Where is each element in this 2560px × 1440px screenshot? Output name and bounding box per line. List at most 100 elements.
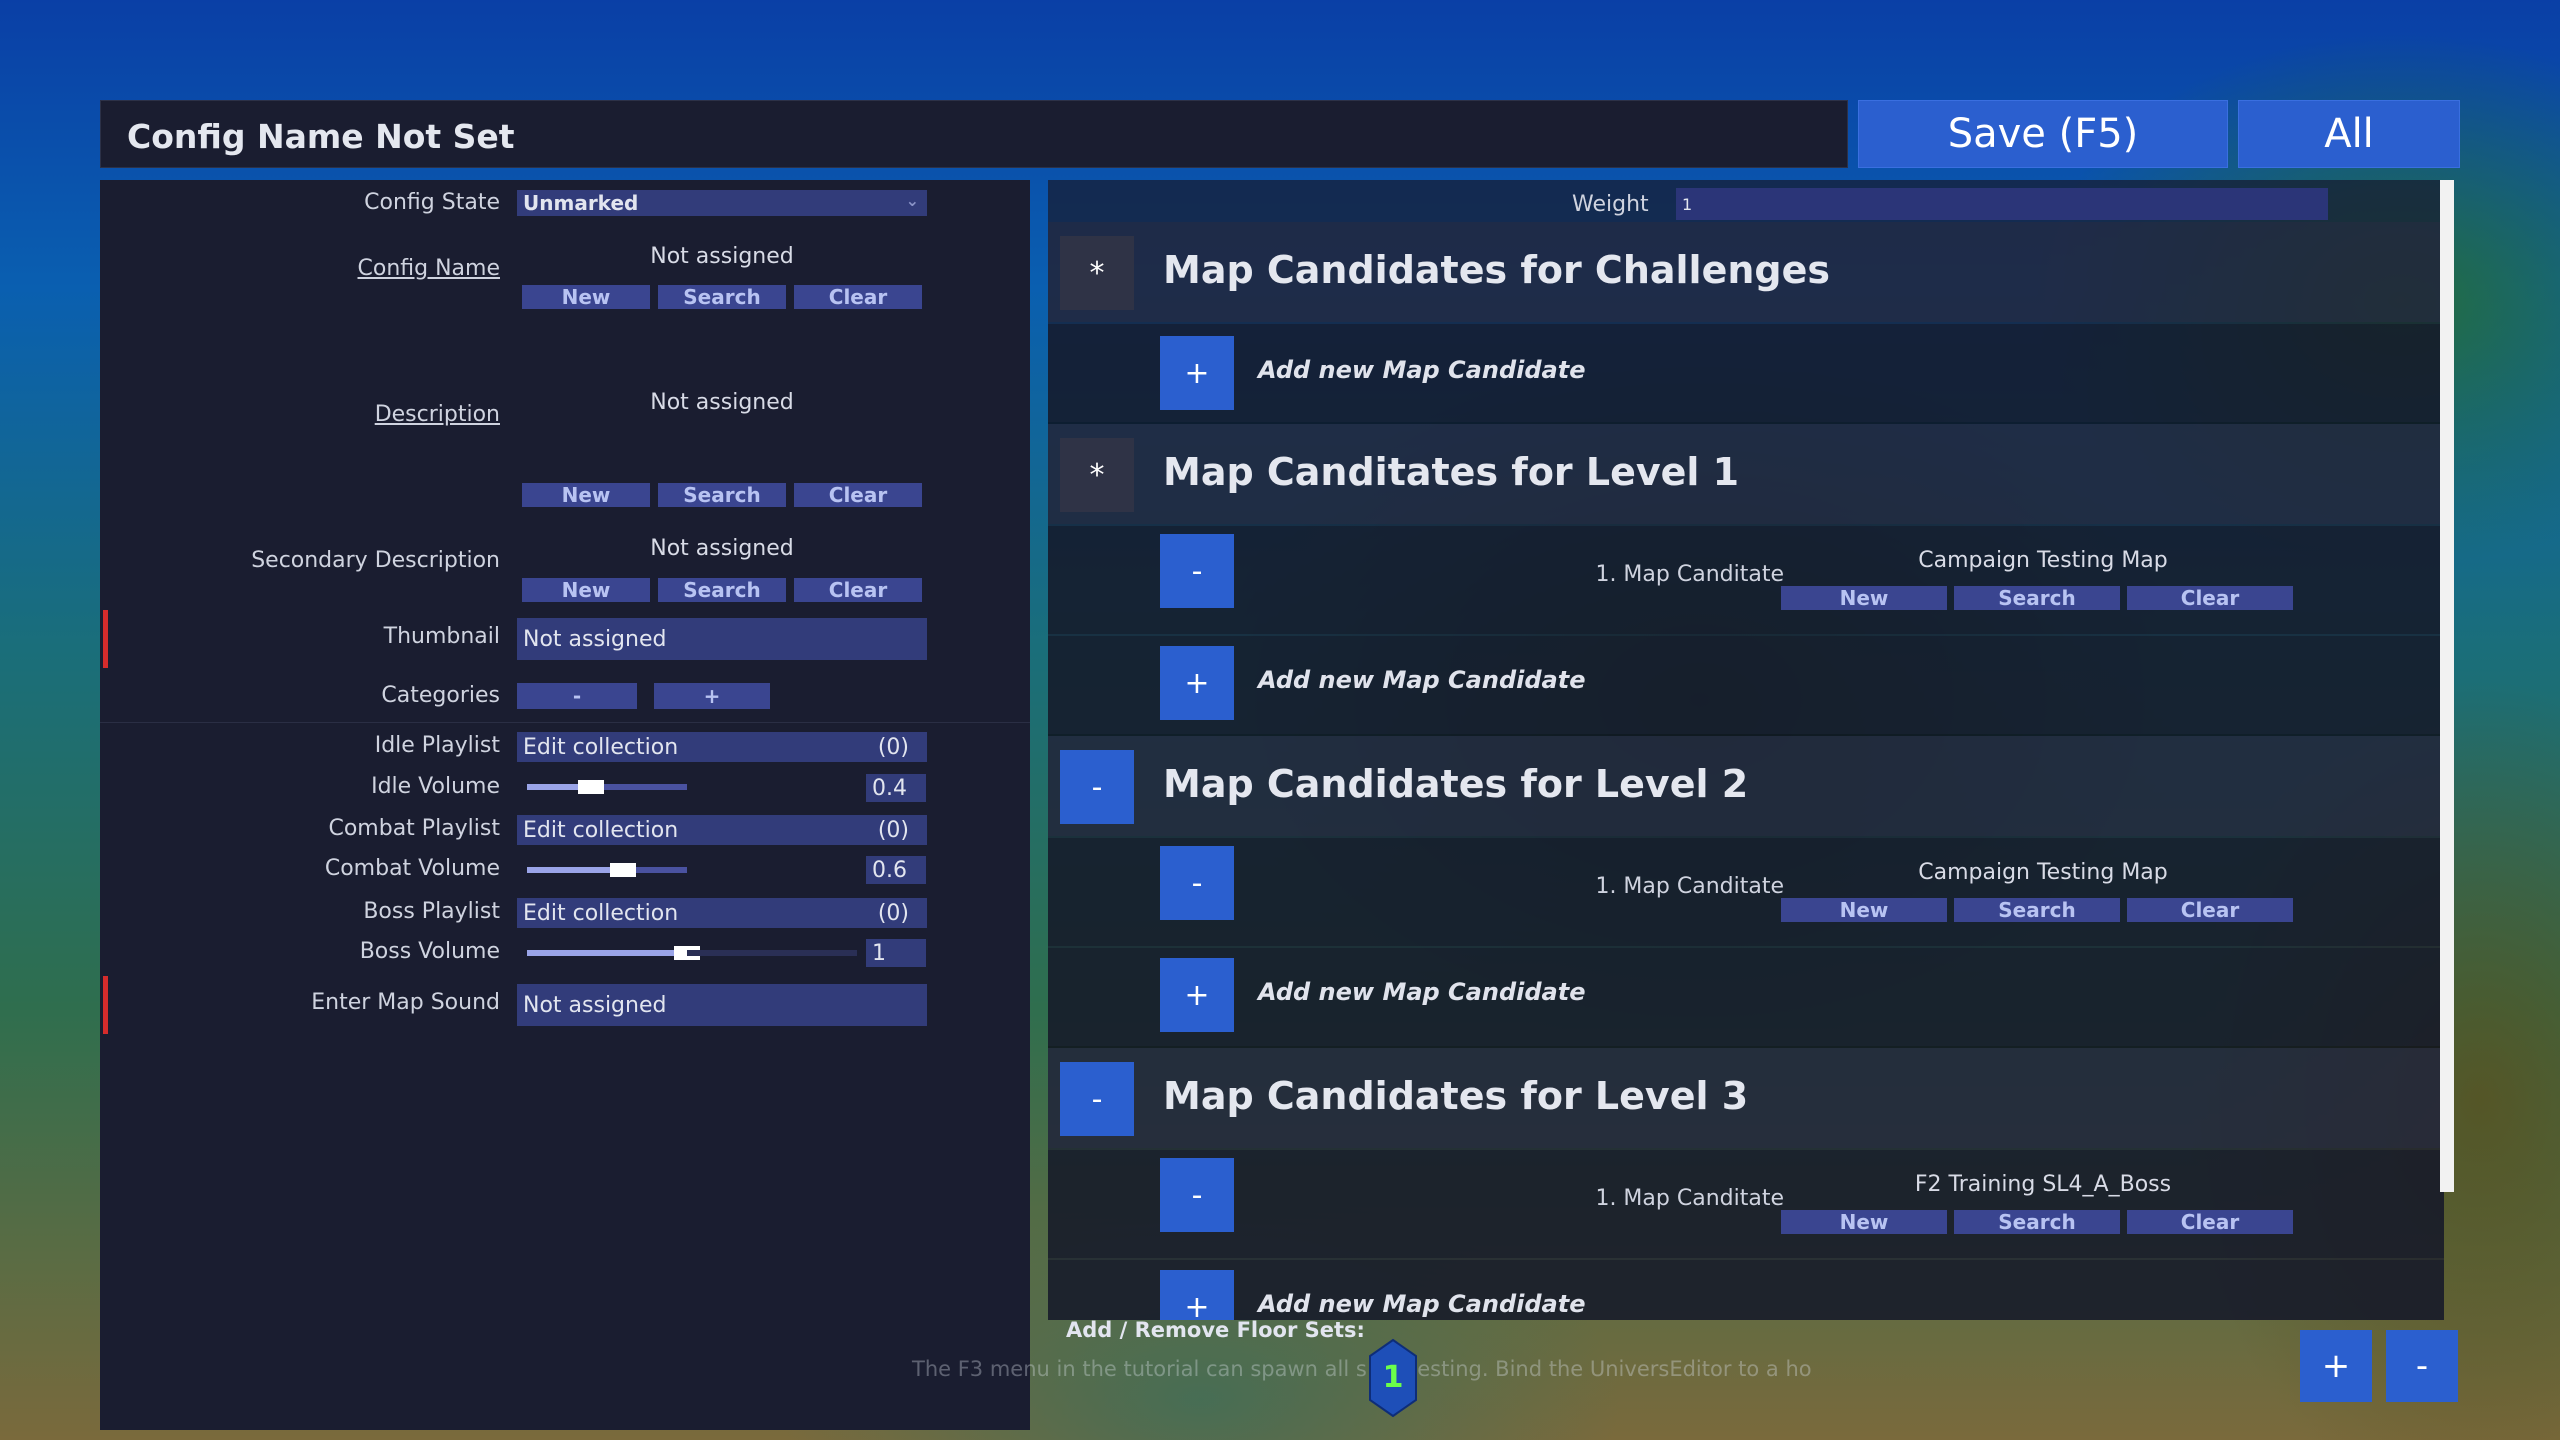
categories-add-button[interactable]: + (654, 683, 770, 709)
idle-volume-label: Idle Volume (371, 774, 500, 799)
combat-volume-value[interactable]: 0.6 (866, 856, 926, 884)
secondary-description-search-button[interactable]: Search (658, 578, 786, 602)
candidate-new-button[interactable]: New (1781, 1210, 1947, 1234)
candidate-search-button[interactable]: Search (1954, 1210, 2120, 1234)
config-name-label[interactable]: Config Name (358, 256, 500, 281)
enter-map-sound-label: Enter Map Sound (311, 990, 500, 1015)
boss-volume-value[interactable]: 1 (866, 939, 926, 967)
add-candidate-label[interactable]: Add new Map Candidate (1258, 978, 1585, 1006)
add-candidate-label[interactable]: Add new Map Candidate (1258, 1290, 1585, 1318)
candidate-row: - 1. Map Canditate F2 Training SL4_A_Bos… (1048, 1150, 2444, 1258)
divider (100, 722, 1030, 723)
add-candidate-row: + Add new Map Candidate (1048, 948, 2444, 1046)
add-candidate-row: + Add new Map Candidate (1048, 636, 2444, 734)
config-name-clear-button[interactable]: Clear (794, 285, 922, 309)
combat-playlist-collection[interactable]: Edit collection (0) (517, 815, 927, 845)
boss-volume-slider-fill (527, 950, 687, 956)
add-candidate-row: + Add new Map Candidate (1048, 324, 2444, 422)
hexagon-badge-icon: 1 (1368, 1338, 1418, 1418)
idle-playlist-collection[interactable]: Edit collection (0) (517, 732, 927, 762)
idle-playlist-label: Idle Playlist (374, 733, 500, 758)
idle-playlist-value: Edit collection (523, 734, 679, 760)
badge-value: 1 (1382, 1360, 1404, 1395)
combat-volume-slider[interactable] (527, 863, 687, 877)
idle-volume-label-wrap: Idle Volume (0, 774, 500, 804)
plus-icon[interactable]: + (1160, 958, 1234, 1032)
weight-input[interactable]: 1 (1676, 188, 2328, 220)
save-button[interactable]: Save (F5) (1858, 100, 2228, 168)
categories-remove-button[interactable]: - (517, 683, 637, 709)
candidate-clear-button[interactable]: Clear (2127, 1210, 2293, 1234)
map-candidates-panel: Weight 1 * Map Candidates for Challenges… (1048, 180, 2444, 1320)
idle-volume-slider-thumb[interactable] (578, 780, 604, 794)
add-floor-set-button[interactable]: + (2300, 1330, 2372, 1402)
candidate-search-button[interactable]: Search (1954, 586, 2120, 610)
section-challenges-header: * Map Candidates for Challenges (1048, 222, 2444, 322)
candidate-clear-button[interactable]: Clear (2127, 586, 2293, 610)
add-candidate-row: + Add new Map Candidate (1048, 1260, 2444, 1320)
config-title-bar: Config Name Not Set (100, 100, 1848, 168)
minus-icon[interactable]: - (1160, 534, 1234, 608)
enter-map-sound-label-wrap: Enter Map Sound (0, 990, 500, 1020)
plus-icon[interactable]: + (1160, 646, 1234, 720)
candidate-new-button[interactable]: New (1781, 898, 1947, 922)
secondary-description-label-wrap: Secondary Description (0, 548, 500, 578)
description-search-button[interactable]: Search (658, 483, 786, 507)
config-name-new-button[interactable]: New (522, 285, 650, 309)
boss-playlist-label-wrap: Boss Playlist (0, 899, 500, 929)
idle-playlist-count: (0) (877, 734, 909, 760)
page-title: Config Name Not Set (127, 117, 515, 156)
boss-playlist-collection[interactable]: Edit collection (0) (517, 898, 927, 928)
minus-icon[interactable]: - (1160, 1158, 1234, 1232)
idle-volume-slider[interactable] (527, 780, 687, 794)
candidate-label: 1. Map Canditate (1595, 1186, 1784, 1211)
secondary-description-new-button[interactable]: New (522, 578, 650, 602)
candidate-new-button[interactable]: New (1781, 586, 1947, 610)
thumbnail-field[interactable]: Not assigned (517, 618, 927, 660)
description-new-button[interactable]: New (522, 483, 650, 507)
add-candidate-label[interactable]: Add new Map Candidate (1258, 666, 1585, 694)
candidate-row: - 1. Map Canditate Campaign Testing Map … (1048, 838, 2444, 946)
candidate-value: F2 Training SL4_A_Boss (1914, 1172, 2172, 1197)
combat-volume-slider-thumb[interactable] (610, 863, 636, 877)
config-state-value: Unmarked (523, 191, 639, 215)
candidate-search-button[interactable]: Search (1954, 898, 2120, 922)
boss-volume-label: Boss Volume (359, 939, 500, 964)
candidate-value: Campaign Testing Map (1918, 860, 2168, 885)
config-name-label-wrap: Config Name (0, 256, 500, 286)
config-name-search-button[interactable]: Search (658, 285, 786, 309)
candidate-row: - 1. Map Canditate Campaign Testing Map … (1048, 526, 2444, 634)
secondary-description-clear-button[interactable]: Clear (794, 578, 922, 602)
minus-icon[interactable]: - (1160, 846, 1234, 920)
section-title: Map Canditates for Level 1 (1163, 450, 1740, 494)
section-level3-header: - Map Candidates for Level 3 (1048, 1048, 2444, 1148)
config-name-value: Not assigned (650, 244, 794, 269)
section-title: Map Candidates for Level 2 (1163, 762, 1749, 806)
minus-icon[interactable]: - (1060, 1062, 1134, 1136)
candidate-clear-button[interactable]: Clear (2127, 898, 2293, 922)
idle-playlist-label-wrap: Idle Playlist (0, 733, 500, 763)
section-level1-header: * Map Canditates for Level 1 (1048, 424, 2444, 524)
plus-icon[interactable]: + (1160, 336, 1234, 410)
minus-icon[interactable]: - (1060, 750, 1134, 824)
floor-sets-label: Add / Remove Floor Sets: (1066, 1318, 1365, 1342)
boss-volume-slider[interactable] (527, 946, 700, 960)
combat-playlist-label: Combat Playlist (328, 816, 500, 841)
asterisk-icon[interactable]: * (1060, 438, 1134, 512)
section-level2-header: - Map Candidates for Level 2 (1048, 736, 2444, 836)
scrollbar[interactable] (2440, 180, 2454, 1192)
description-label-wrap: Description (0, 402, 500, 432)
all-button[interactable]: All (2238, 100, 2460, 168)
remove-floor-set-button[interactable]: - (2386, 1330, 2458, 1402)
idle-volume-value[interactable]: 0.4 (866, 774, 926, 802)
add-candidate-label[interactable]: Add new Map Candidate (1258, 356, 1585, 384)
asterisk-icon[interactable]: * (1060, 236, 1134, 310)
description-label[interactable]: Description (375, 402, 500, 427)
plus-icon[interactable]: + (1160, 1270, 1234, 1320)
description-clear-button[interactable]: Clear (794, 483, 922, 507)
section-title: Map Candidates for Level 3 (1163, 1074, 1749, 1118)
enter-map-sound-field[interactable]: Not assigned (517, 984, 927, 1026)
config-state-dropdown[interactable]: Unmarked ⌄ (517, 190, 927, 216)
combat-volume-label-wrap: Combat Volume (0, 856, 500, 886)
categories-label: Categories (381, 683, 500, 708)
